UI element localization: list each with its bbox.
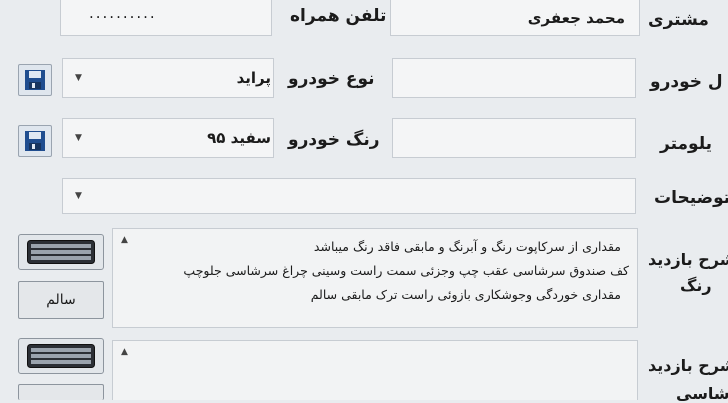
vehicle-type-value: پراید [236, 69, 271, 87]
description-label: توضیحات [654, 188, 728, 208]
customer-field[interactable]: محمد جعفری [390, 0, 640, 36]
save-color-button[interactable] [18, 125, 52, 157]
scroll-up-icon: ▲ [121, 347, 128, 357]
paint-note-line-2: کف صندوق سرشاسی عقب چپ وجزئی سمت راست وس… [183, 263, 629, 278]
chassis-notes-textarea[interactable]: ▲ [112, 340, 638, 400]
vehicle-color-label: رنگ خودرو [288, 130, 380, 150]
chevron-down-icon: ▼ [75, 73, 82, 83]
vehicle-section-label: ل خودرو [650, 72, 723, 92]
keyboard-icon [27, 344, 95, 368]
customer-label: مشتری [648, 10, 709, 30]
paint-note-line-3: مقداری خوردگی وجوشکاری بازوئی راست ترک م… [310, 287, 621, 302]
scroll-up-icon: ▲ [121, 235, 128, 245]
paint-notes-textarea[interactable]: ▲ مقداری از سرکاپوت رنگ و آبرنگ و مابقی … [112, 228, 638, 328]
vehicle-type-label: نوع خودرو [288, 69, 375, 89]
odometer-label: یلومتر [660, 134, 713, 154]
customer-value: محمد جعفری [527, 9, 625, 27]
chassis-inspection-label-1: شرح بازدید [648, 356, 728, 375]
save-icon [25, 131, 45, 151]
chassis-status-button[interactable] [18, 384, 104, 400]
mobile-field[interactable]: .......... [60, 0, 272, 36]
vehicle-type-select[interactable]: ▼ پراید [62, 58, 274, 98]
status-sound-button[interactable]: سالم [18, 281, 104, 319]
vehicle-color-select[interactable]: ▼ سفید ۹۵ [62, 118, 274, 158]
vehicle-field[interactable] [392, 58, 636, 98]
paint-note-line-1: مقداری از سرکاپوت رنگ و آبرنگ و مابقی فا… [313, 239, 621, 254]
vehicle-color-value: سفید ۹۵ [207, 129, 271, 147]
paint-inspection-label-1: شرح بازدید [648, 250, 728, 269]
chevron-down-icon: ▼ [75, 133, 82, 143]
mobile-value: .......... [89, 4, 157, 22]
keyboard-icon [27, 240, 95, 264]
keyboard-button-paint[interactable] [18, 234, 104, 270]
keyboard-button-chassis[interactable] [18, 338, 104, 374]
save-type-button[interactable] [18, 64, 52, 96]
paint-inspection-label-2: رنگ [680, 276, 712, 295]
description-select[interactable]: ▼ [62, 178, 636, 214]
mobile-label: تلفن همراه [290, 6, 387, 26]
chevron-down-icon: ▼ [75, 191, 82, 201]
save-icon [25, 70, 45, 90]
odometer-field[interactable] [392, 118, 636, 158]
status-sound-label: سالم [46, 292, 76, 308]
chassis-inspection-label-2: شاسی [676, 384, 728, 403]
